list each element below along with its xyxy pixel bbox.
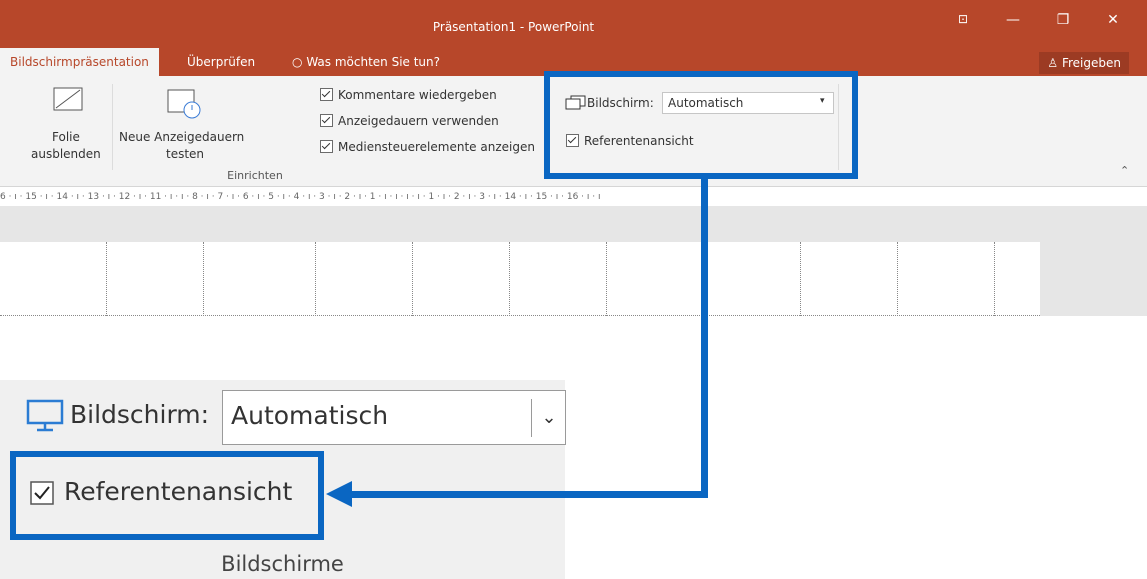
guide-line xyxy=(106,242,107,316)
guide-line xyxy=(606,242,607,316)
tell-me-label: Was möchten Sie tun? xyxy=(306,55,441,69)
minimize-icon[interactable]: — xyxy=(993,12,1033,28)
rehearse-timings-icon xyxy=(167,89,201,119)
zoom-monitor-select[interactable]: Automatisch ⌄ xyxy=(222,390,566,445)
checkmark-icon xyxy=(320,114,333,127)
share-label: Freigeben xyxy=(1061,56,1121,70)
arrow-head-icon xyxy=(326,481,352,507)
play-comments-checkbox[interactable]: Kommentare wiedergeben xyxy=(320,88,497,102)
slide-workspace xyxy=(0,206,1147,316)
tell-me-search[interactable]: ○ Was möchten Sie tun? xyxy=(292,48,440,76)
guide-line xyxy=(412,242,413,316)
hide-slide-icon xyxy=(53,87,83,111)
guide-line xyxy=(315,242,316,316)
share-button[interactable]: ♙ Freigeben xyxy=(1039,52,1129,74)
window-title: Präsentation1 - PowerPoint xyxy=(432,20,595,34)
slide-canvas[interactable] xyxy=(0,242,1040,316)
guide-line xyxy=(509,242,510,316)
zoom-monitor-label: Bildschirm: xyxy=(70,400,210,429)
hide-slide-label-1: Folie xyxy=(52,130,80,144)
rehearse-label-1: Neue Anzeigedauern xyxy=(119,130,245,144)
close-icon[interactable]: ✕ xyxy=(1093,12,1133,28)
media-controls-label: Mediensteuerelemente anzeigen xyxy=(338,140,535,154)
guide-line xyxy=(800,242,801,316)
connector-line xyxy=(701,179,708,498)
highlight-frame-ribbon xyxy=(544,71,858,179)
hide-slide-button[interactable]: Folie ausblenden xyxy=(22,84,112,164)
highlight-frame-zoom xyxy=(10,451,324,540)
guide-line xyxy=(0,315,1040,316)
horizontal-ruler: 6 · ı · 15 · ı · 14 · ı · 13 · ı · 12 · … xyxy=(0,188,1040,206)
title-bar: Präsentation1 - PowerPoint ⊡ — ❐ ✕ xyxy=(0,0,1147,48)
guide-line xyxy=(994,242,995,316)
group-setup-label: Einrichten xyxy=(227,169,283,182)
use-timings-checkbox[interactable]: Anzeigedauern verwenden xyxy=(320,114,499,128)
person-icon: ♙ xyxy=(1047,56,1059,70)
rehearse-label-2: testen xyxy=(166,147,205,161)
tab-slideshow[interactable]: Bildschirmpräsentation xyxy=(0,48,159,76)
hide-slide-label-2: ausblenden xyxy=(31,147,101,161)
ribbon-display-options-icon[interactable]: ⊡ xyxy=(943,12,983,26)
tab-review[interactable]: Überprüfen xyxy=(187,48,255,76)
checkmark-icon xyxy=(320,140,333,153)
chevron-down-icon: ⌄ xyxy=(531,399,566,437)
checkmark-icon xyxy=(320,88,333,101)
maximize-icon[interactable]: ❐ xyxy=(1043,12,1083,28)
lightbulb-icon: ○ xyxy=(292,55,303,69)
monitor-icon xyxy=(26,399,64,432)
play-comments-label: Kommentare wiedergeben xyxy=(338,88,497,102)
connector-line xyxy=(350,491,708,498)
ruler-numbers: 6 · ı · 15 · ı · 14 · ı · 13 · ı · 12 · … xyxy=(0,192,601,202)
media-controls-checkbox[interactable]: Mediensteuerelemente anzeigen xyxy=(320,140,535,154)
divider xyxy=(112,84,113,170)
guide-line xyxy=(897,242,898,316)
rehearse-timings-button[interactable]: Neue Anzeigedauern testen xyxy=(116,84,256,164)
zoom-group-label: Bildschirme xyxy=(221,552,344,576)
collapse-ribbon-icon[interactable]: ⌃ xyxy=(1120,164,1129,177)
zoom-monitor-value: Automatisch xyxy=(231,401,389,430)
guide-line xyxy=(203,242,204,316)
use-timings-label: Anzeigedauern verwenden xyxy=(338,114,499,128)
